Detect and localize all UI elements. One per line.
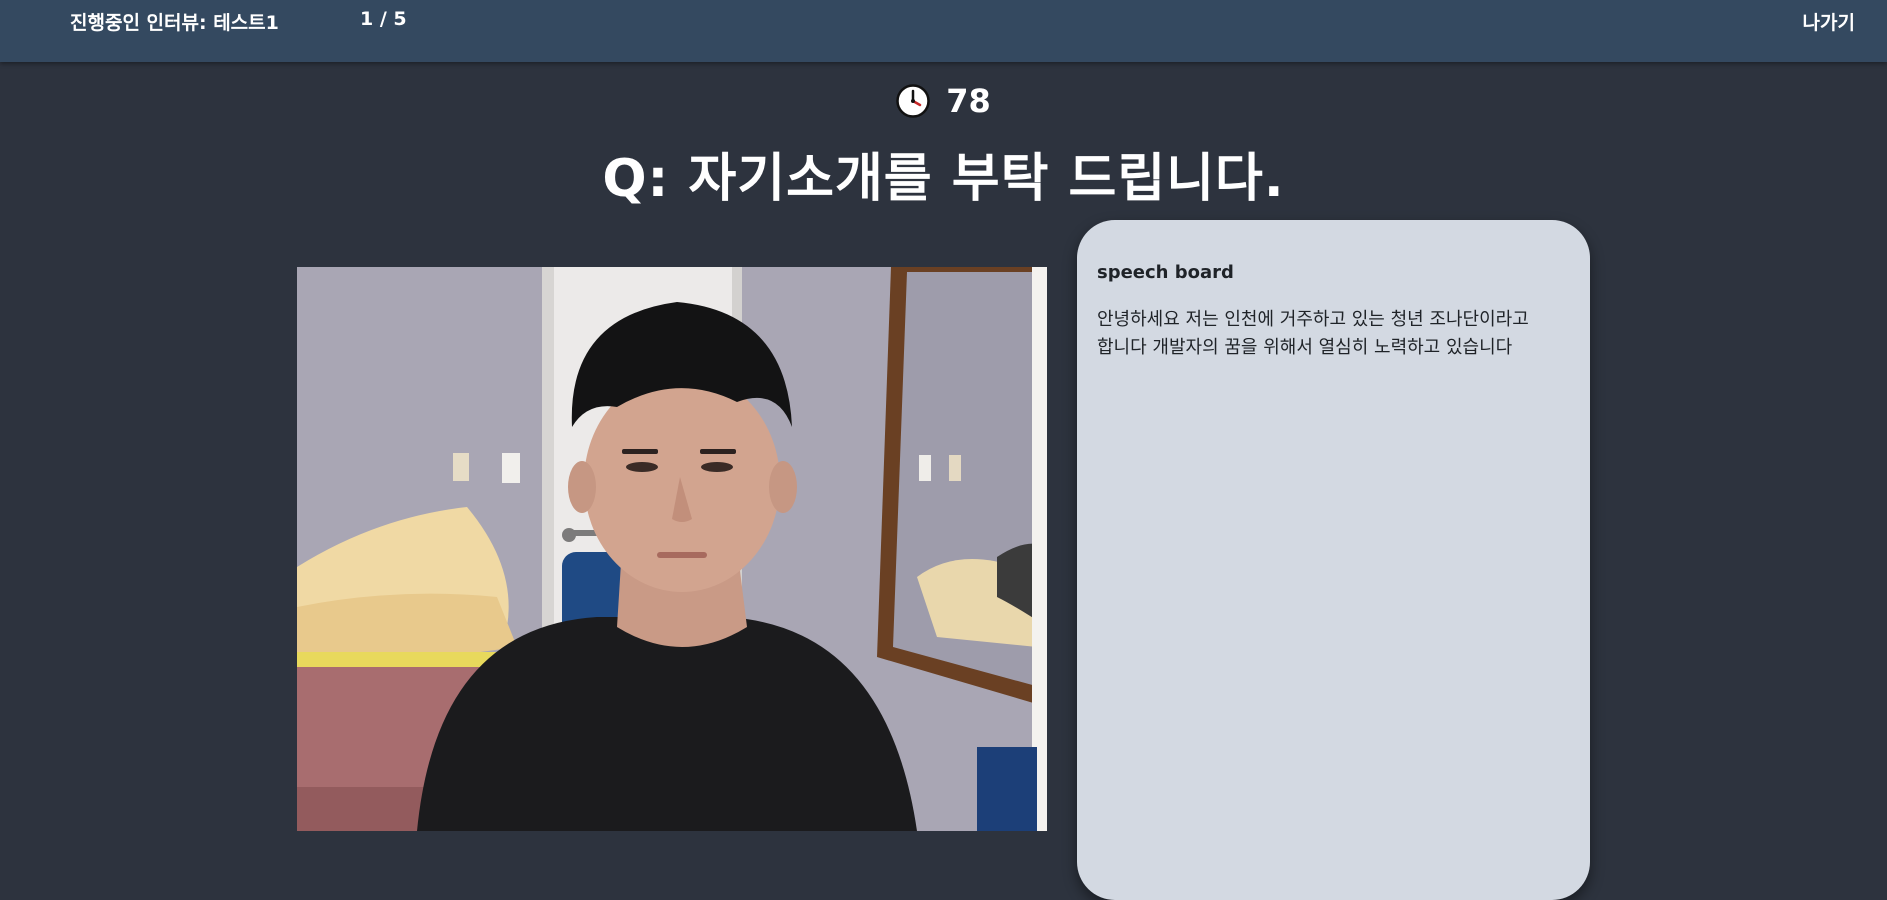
top-bar: 진행중인 인터뷰: 테스트1 1 / 5 나가기 <box>0 0 1887 62</box>
question-text: Q: 자기소개를 부탁 드립니다. <box>602 149 1285 209</box>
speech-transcript: 안녕하세요 저는 인천에 거주하고 있는 청년 조나단이라고 합니다 개발자의 … <box>1097 309 1529 358</box>
speech-board: speech board 안녕하세요 저는 인천에 거주하고 있는 청년 조나단… <box>1077 220 1590 900</box>
webcam-scene <box>297 267 1047 831</box>
exit-button[interactable]: 나가기 <box>1803 8 1855 35</box>
speech-board-title: speech board <box>1097 262 1234 283</box>
question-progress: 1 / 5 <box>360 8 407 30</box>
time-remaining: 78 <box>946 82 991 120</box>
webcam-video <box>297 267 1047 831</box>
clock-icon <box>896 84 930 118</box>
interview-title: 진행중인 인터뷰: 테스트1 <box>70 12 279 34</box>
timer: 78 <box>0 80 1887 122</box>
